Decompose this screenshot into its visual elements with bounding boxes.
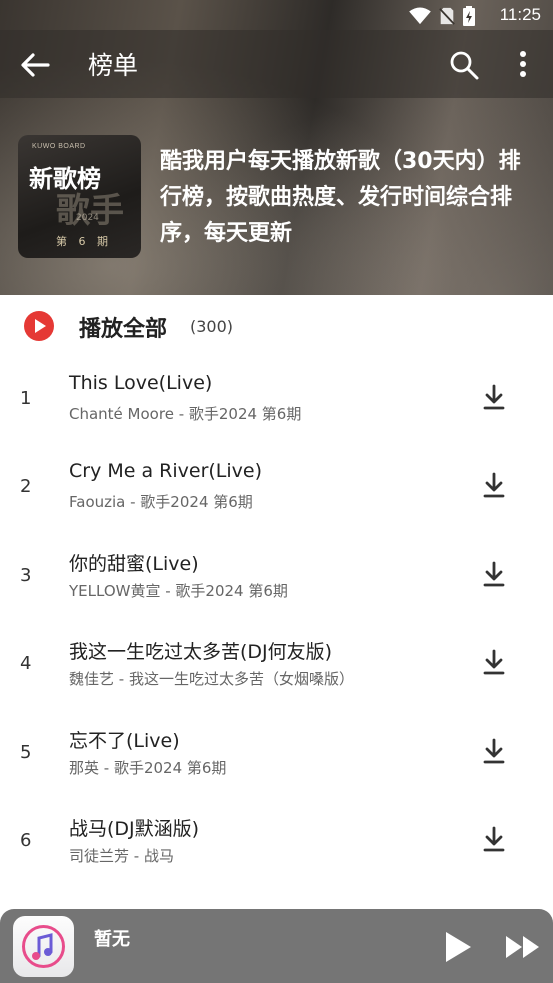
download-icon[interactable] <box>482 472 506 500</box>
song-title[interactable]: 你的甜蜜(Live) <box>69 549 199 576</box>
song-artist: 司徒兰芳 - 战马 <box>69 847 174 865</box>
song-row[interactable]: 5 忘不了(Live) 那英 - 歌手2024 第6期 <box>0 710 553 798</box>
wifi-icon <box>409 7 431 25</box>
cover-title: 新歌榜 <box>29 165 101 193</box>
song-artist: 魏佳艺 - 我这一生吃过太多苦（女烟嗓版） <box>69 670 354 688</box>
download-icon[interactable] <box>482 826 506 854</box>
status-time: 11:25 <box>499 5 541 24</box>
song-title[interactable]: 战马(DJ默涵版) <box>69 814 199 841</box>
music-note-icon <box>22 925 65 968</box>
page-title: 榜单 <box>88 51 139 80</box>
song-title[interactable]: Cry Me a River(Live) <box>69 460 262 482</box>
play-all-row[interactable]: 播放全部 (300) <box>0 295 553 359</box>
mini-player[interactable]: 暂无 <box>0 909 553 983</box>
cover-brand: KUWO BOARD <box>32 143 86 150</box>
song-rank: 5 <box>20 742 32 763</box>
song-list: 播放全部 (300) 1 This Love(Live) Chanté Moor… <box>0 295 553 983</box>
song-row[interactable]: 4 我这一生吃过太多苦(DJ何友版) 魏佳艺 - 我这一生吃过太多苦（女烟嗓版） <box>0 621 553 709</box>
app-bar: 榜单 <box>0 30 553 98</box>
cover-issue: 第 6 期 <box>56 235 112 248</box>
download-icon[interactable] <box>482 738 506 766</box>
song-row[interactable]: 1 This Love(Live) Chanté Moore - 歌手2024 … <box>0 356 553 444</box>
download-icon[interactable] <box>482 561 506 589</box>
song-artist: YELLOW黄宣 - 歌手2024 第6期 <box>69 582 288 600</box>
chart-cover: KUWO BOARD 歌手 新歌榜 2024 第 6 期 <box>18 135 141 258</box>
download-icon[interactable] <box>482 384 506 412</box>
battery-icon <box>463 6 475 26</box>
cover-year: 2024 <box>76 213 99 223</box>
song-artist: Faouzia - 歌手2024 第6期 <box>69 493 253 511</box>
song-rank: 4 <box>20 653 32 674</box>
download-icon[interactable] <box>482 649 506 677</box>
status-bar: 11:25 <box>0 0 553 30</box>
album-art[interactable] <box>13 916 74 977</box>
song-rank: 2 <box>20 476 32 497</box>
song-rank: 6 <box>20 830 32 851</box>
status-icons <box>409 6 475 26</box>
back-arrow-icon[interactable] <box>18 48 52 82</box>
song-title[interactable]: 忘不了(Live) <box>69 726 180 753</box>
play-icon[interactable] <box>443 930 473 964</box>
song-title[interactable]: 我这一生吃过太多苦(DJ何友版) <box>69 637 332 664</box>
fast-forward-icon[interactable] <box>505 935 541 959</box>
play-all-label[interactable]: 播放全部 <box>79 311 167 343</box>
song-artist: 那英 - 歌手2024 第6期 <box>69 759 227 777</box>
chart-description: 酷我用户每天播放新歌（30天内）排行榜，按歌曲热度、发行时间综合排序，每天更新 <box>160 149 521 246</box>
song-artist: Chanté Moore - 歌手2024 第6期 <box>69 405 302 423</box>
song-rank: 1 <box>20 388 32 409</box>
more-options-icon[interactable] <box>508 48 538 80</box>
song-row[interactable]: 6 战马(DJ默涵版) 司徒兰芳 - 战马 <box>0 798 553 886</box>
player-title: 暂无 <box>94 929 130 950</box>
screen: 11:25 榜单 KUWO BOARD 歌手 新歌榜 2024 第 6 期 酷我… <box>0 0 553 983</box>
song-row[interactable]: 3 你的甜蜜(Live) YELLOW黄宣 - 歌手2024 第6期 <box>0 533 553 621</box>
search-icon[interactable] <box>448 49 480 81</box>
song-rank: 3 <box>20 565 32 586</box>
no-sim-icon <box>439 7 455 25</box>
play-circle-icon[interactable] <box>24 311 54 341</box>
song-count: (300) <box>190 317 234 336</box>
song-title[interactable]: This Love(Live) <box>69 372 212 394</box>
song-row[interactable]: 2 Cry Me a River(Live) Faouzia - 歌手2024 … <box>0 444 553 532</box>
